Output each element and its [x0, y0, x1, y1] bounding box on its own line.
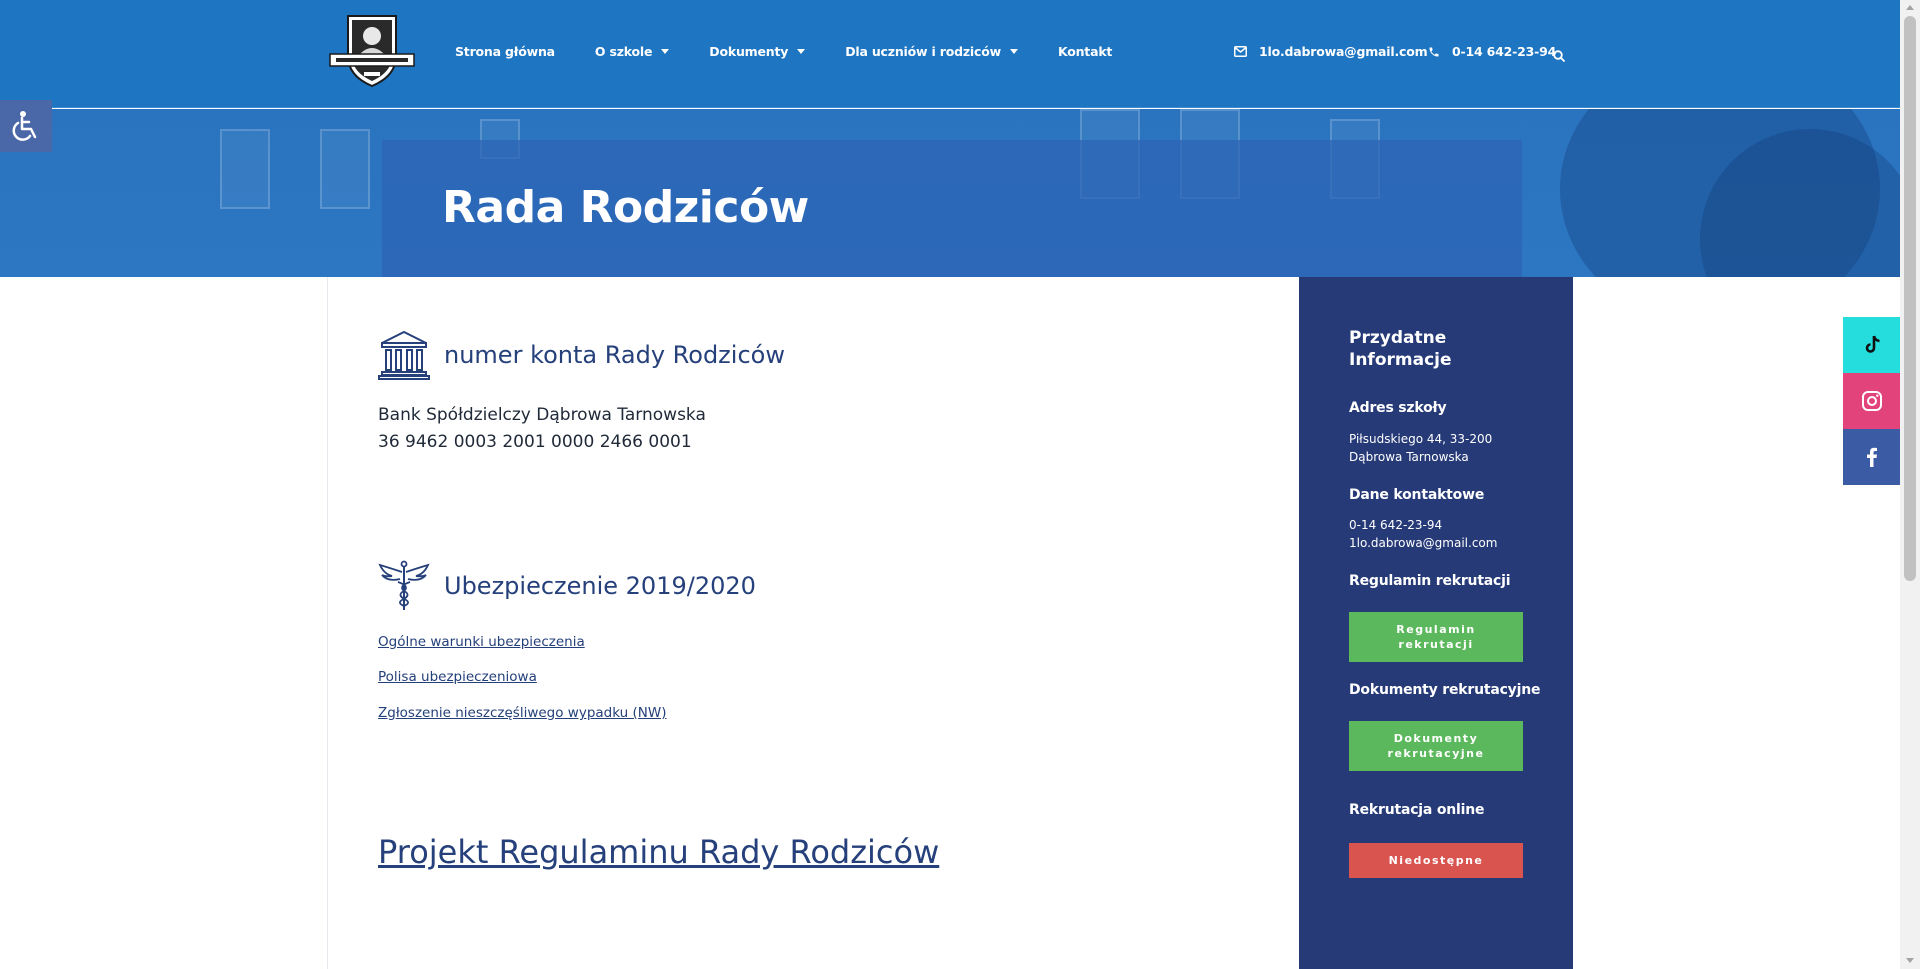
button-label-line-2: rekrutacji [1398, 638, 1474, 651]
address-line-2: Dąbrowa Tarnowska [1349, 450, 1469, 464]
nav-strona-glowna[interactable]: Strona główna [455, 44, 555, 59]
header-email: 1lo.dabrowa@gmail.com [1259, 44, 1428, 59]
online-heading: Rekrutacja online [1349, 802, 1485, 818]
sidebar-title: Przydatne Informacje [1349, 328, 1452, 370]
chevron-down-icon [1009, 49, 1018, 54]
address-heading: Adres szkoły [1349, 400, 1447, 416]
nav-dokumenty[interactable]: Dokumenty [709, 44, 806, 59]
account-number: 36 9462 0003 2001 0000 2466 0001 [378, 432, 692, 452]
dokumenty-rekrutacyjne-button[interactable]: Dokumenty rekrutacyjne [1349, 721, 1523, 771]
page-title-box: Rada Rodziców [382, 140, 1522, 277]
caduceus-icon [378, 560, 430, 610]
nav-label: Kontakt [1057, 44, 1113, 59]
nav-label: O szkole [594, 44, 653, 59]
bank-icon [378, 330, 430, 380]
instagram-icon [1861, 391, 1882, 411]
main-navigation: Strona główna O szkole Dokumenty Dla ucz… [455, 44, 1152, 59]
facebook-icon [1866, 447, 1877, 467]
school-logo[interactable] [326, 10, 418, 90]
header-phone-link[interactable]: 0-14 642-23-94 [1428, 44, 1556, 59]
phone-icon [1429, 47, 1439, 56]
insurance-heading: Ubezpieczenie 2019/2020 [444, 572, 756, 600]
address-line-1: Piłsudskiego 44, 33-200 [1349, 432, 1493, 446]
button-label: Niedostępne [1388, 854, 1484, 867]
nav-label: Dokumenty [709, 44, 789, 59]
regulation-link[interactable]: Projekt Regulaminu Rady Rodziców [378, 833, 939, 871]
tiktok-icon [1865, 335, 1880, 353]
site-header: Strona główna O szkole Dokumenty Dla ucz… [0, 0, 1900, 108]
header-email-link[interactable]: 1lo.dabrowa@gmail.com [1234, 44, 1428, 59]
instagram-link[interactable] [1843, 373, 1900, 429]
nav-dla-uczniow-i-rodzicow[interactable]: Dla uczniów i rodziców [845, 44, 1018, 59]
rekrutacja-online-button[interactable]: Niedostępne [1349, 843, 1523, 878]
wheelchair-icon [12, 111, 37, 141]
scroll-up-arrow-icon[interactable] [1906, 5, 1914, 10]
link-zgloszenie-wypadku[interactable]: Zgłoszenie nieszczęśliwego wypadku (NW) [378, 705, 666, 721]
nav-label: Strona główna [455, 44, 555, 59]
sidebar: Przydatne Informacje Adres szkoły Piłsud… [1299, 277, 1573, 969]
facebook-link[interactable] [1843, 429, 1900, 485]
accessibility-button[interactable] [0, 100, 52, 152]
tiktok-link[interactable] [1843, 317, 1900, 373]
scroll-thumb[interactable] [1904, 16, 1916, 581]
page-scrollbar[interactable] [1900, 0, 1920, 969]
page-title: Rada Rodziców [442, 182, 809, 233]
contact-phone: 0-14 642-23-94 [1349, 518, 1443, 532]
nav-kontakt[interactable]: Kontakt [1058, 44, 1112, 59]
link-ogolne-warunki[interactable]: Ogólne warunki ubezpieczenia [378, 634, 585, 650]
insurance-section-heading: Ubezpieczenie 2019/2020 [378, 560, 756, 612]
contact-heading: Dane kontaktowe [1349, 487, 1485, 503]
button-label-line-1: Regulamin [1396, 623, 1476, 636]
contact-email: 1lo.dabrowa@gmail.com [1349, 536, 1498, 550]
nav-label: Dla uczniów i rodziców [845, 44, 1001, 59]
envelope-icon [1234, 46, 1247, 57]
account-heading: numer konta Rady Rodziców [444, 341, 785, 369]
chevron-down-icon [797, 49, 806, 54]
rules-heading: Regulamin rekrutacji [1349, 573, 1511, 589]
docs-heading: Dokumenty rekrutacyjne [1349, 682, 1541, 698]
chevron-down-icon [661, 49, 670, 54]
scroll-down-arrow-icon[interactable] [1906, 958, 1914, 963]
search-icon[interactable] [1553, 47, 1565, 66]
account-section-heading: numer konta Rady Rodziców [378, 329, 785, 381]
header-phone: 0-14 642-23-94 [1452, 44, 1557, 59]
button-label-line-1: Dokumenty [1393, 732, 1479, 745]
regulamin-rekrutacji-button[interactable]: Regulamin rekrutacji [1349, 612, 1523, 662]
main-content: numer konta Rady Rodziców Bank Spółdziel… [327, 277, 1299, 969]
link-polisa[interactable]: Polisa ubezpieczeniowa [378, 669, 537, 685]
nav-o-szkole[interactable]: O szkole [594, 44, 670, 59]
button-label-line-2: rekrutacyjne [1387, 747, 1485, 760]
bank-name: Bank Spółdzielczy Dąbrowa Tarnowska [378, 405, 706, 425]
